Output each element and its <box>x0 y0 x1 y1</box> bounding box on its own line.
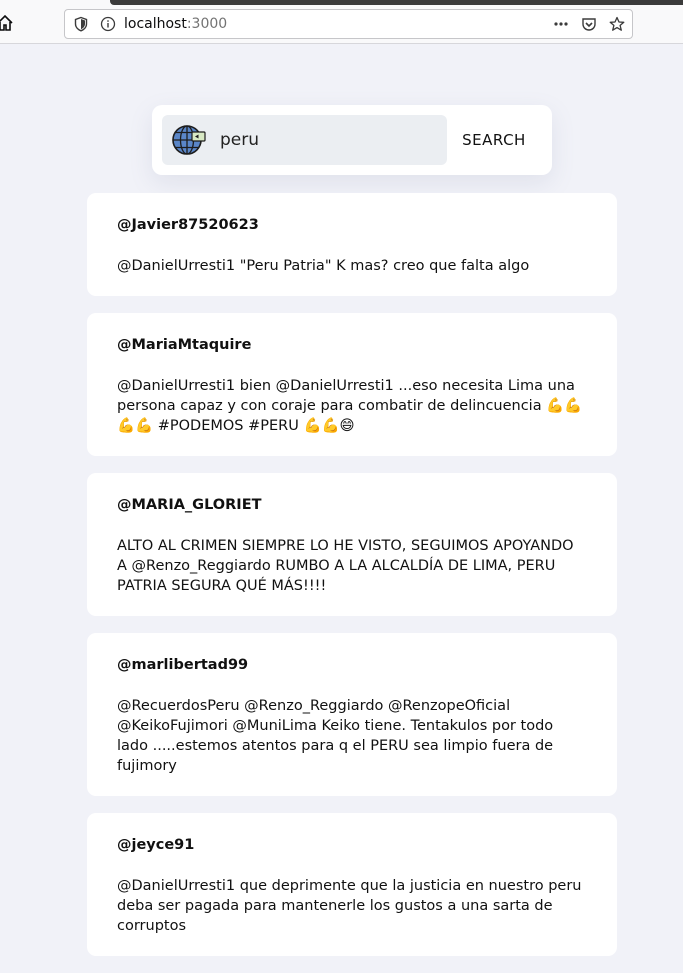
tweet-username: @MARIA_GLORIET <box>117 497 262 513</box>
page-actions-icon[interactable] <box>553 16 569 32</box>
site-info-icon[interactable] <box>100 16 116 32</box>
globe-icon <box>172 125 206 155</box>
tweet-card: @MariaMtaquire @DanielUrresti1 bien @Dan… <box>87 313 617 456</box>
browser-toolbar: localhost:3000 <box>0 0 683 44</box>
tab-strip-edge <box>110 0 683 5</box>
tweet-text: @DanielUrresti1 que deprimente que la ju… <box>117 878 582 934</box>
bookmark-star-icon[interactable] <box>609 16 625 32</box>
search-button[interactable]: SEARCH <box>454 122 534 158</box>
tweet-username: @Javier87520623 <box>117 217 259 233</box>
url-host: localhost <box>124 16 187 32</box>
search-input[interactable] <box>220 126 440 154</box>
search-field[interactable] <box>162 115 447 165</box>
tweet-card: @MARIA_GLORIET ALTO AL CRIMEN SIEMPRE LO… <box>87 473 617 616</box>
tweet-text: @RecuerdosPeru @Renzo_Reggiardo @Renzope… <box>117 698 554 774</box>
tweet-card: @Javier87520623 @DanielUrresti1 "Peru Pa… <box>87 193 617 296</box>
tweet-text: @DanielUrresti1 bien @DanielUrresti1 ...… <box>117 378 583 434</box>
url-bar[interactable]: localhost:3000 <box>64 9 633 39</box>
url-text[interactable]: localhost:3000 <box>124 16 227 32</box>
tweet-username: @jeyce91 <box>117 837 195 853</box>
pocket-icon[interactable] <box>581 16 597 32</box>
tweet-username: @MariaMtaquire <box>117 337 252 353</box>
tweet-card: @jeyce91 @DanielUrresti1 que deprimente … <box>87 813 617 956</box>
tweet-text: ALTO AL CRIMEN SIEMPRE LO HE VISTO, SEGU… <box>117 538 574 594</box>
tweet-text: @DanielUrresti1 "Peru Patria" K mas? cre… <box>117 258 530 274</box>
tweet-username: @marlibertad99 <box>117 657 249 673</box>
url-port: :3000 <box>186 16 228 32</box>
home-icon[interactable] <box>0 14 14 32</box>
tweet-card: @marlibertad99 @RecuerdosPeru @Renzo_Reg… <box>87 633 617 796</box>
tracking-shield-icon[interactable] <box>73 16 89 32</box>
tweet-list: @Javier87520623 @DanielUrresti1 "Peru Pa… <box>87 193 617 973</box>
search-bar: SEARCH <box>152 105 552 175</box>
